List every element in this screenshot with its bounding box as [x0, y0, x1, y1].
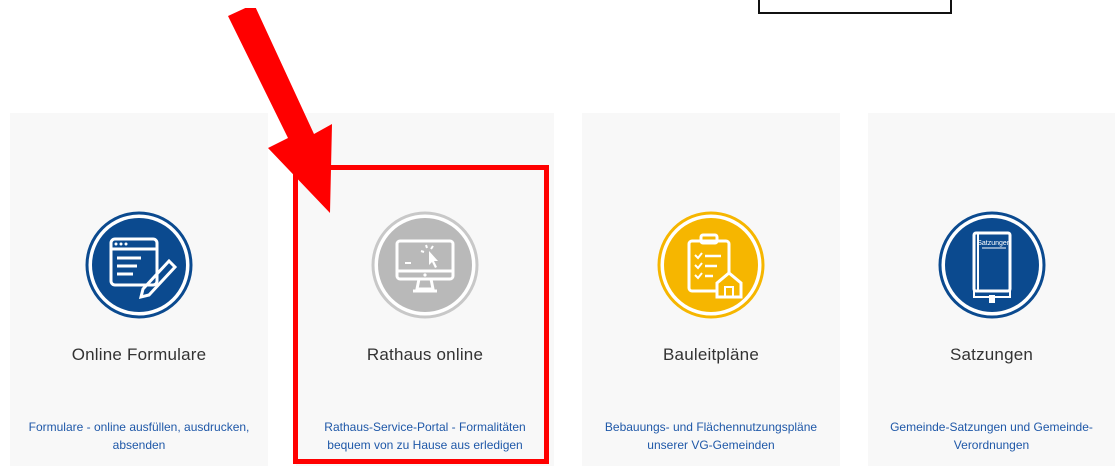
card-title: Online Formulare [71, 345, 207, 364]
form-edit-icon [85, 211, 193, 319]
card-title: Bauleitpläne [663, 345, 759, 364]
card-satzungen[interactable]: Satzungen Satzungen Gemeinde-Satzungen u… [868, 113, 1115, 466]
monitor-click-icon [371, 211, 479, 319]
service-cards: Online Formulare Formulare - online ausf… [10, 113, 1115, 466]
book-icon: Satzungen [938, 211, 1046, 319]
card-description-link[interactable]: Gemeinde-Satzungen und Gemeinde-Verordnu… [878, 418, 1105, 454]
card-description-link[interactable]: Bebauungs- und Flächennutzungspläne unse… [592, 418, 830, 454]
card-title: Rathaus online [366, 345, 484, 364]
card-description-link[interactable]: Formulare - online ausfüllen, ausdrucken… [20, 418, 258, 454]
top-bar-outline [758, 0, 952, 14]
card-rathaus-online[interactable]: Rathaus online Rathaus-Service-Portal - … [296, 113, 554, 466]
book-label: Satzungen [977, 240, 1011, 247]
clipboard-house-icon [657, 211, 765, 319]
card-bauleitplaene[interactable]: Bauleitpläne Bebauungs- und Flächennutzu… [582, 113, 840, 466]
card-online-formulare[interactable]: Online Formulare Formulare - online ausf… [10, 113, 268, 466]
card-description-link[interactable]: Rathaus-Service-Portal - Formalitäten be… [306, 418, 544, 454]
card-title: Satzungen [949, 345, 1034, 364]
